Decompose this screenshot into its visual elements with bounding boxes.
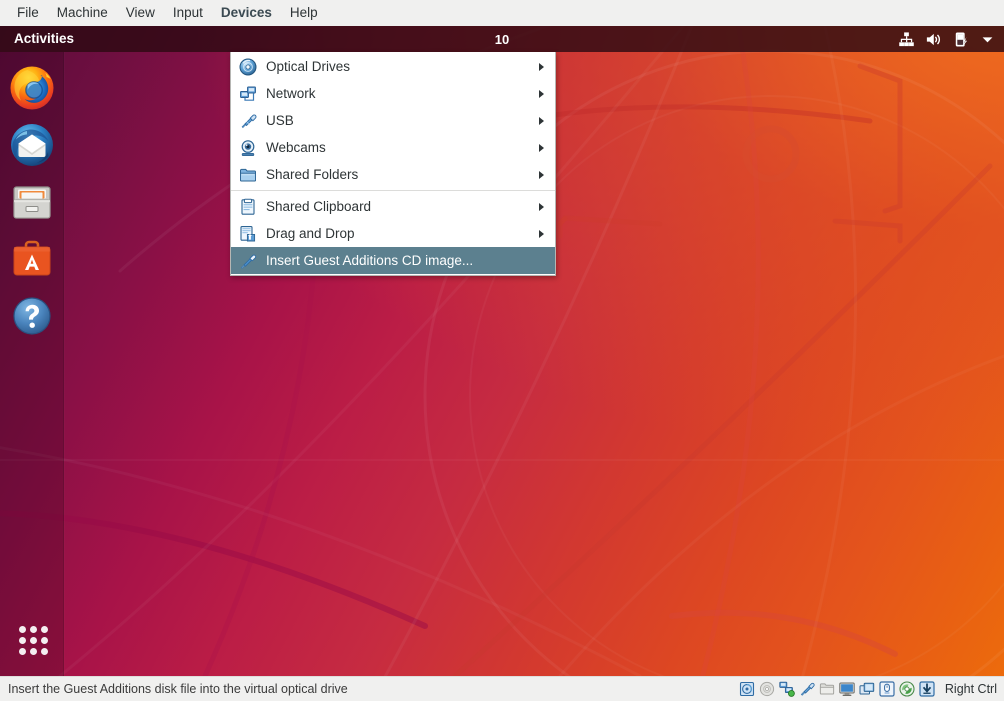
submenu-arrow-icon xyxy=(539,143,544,152)
topbar-system-tray xyxy=(898,26,996,52)
submenu-arrow-icon xyxy=(539,170,544,179)
volume-icon[interactable] xyxy=(925,31,942,48)
optical-disc-icon xyxy=(239,58,257,75)
menubar-item-machine[interactable]: Machine xyxy=(48,1,117,26)
dock-item-ubuntu-software[interactable] xyxy=(9,236,55,282)
host-key-label: Right Ctrl xyxy=(944,682,997,696)
status-hint-text: Insert the Guest Additions disk file int… xyxy=(8,682,348,696)
menu-separator xyxy=(231,190,555,191)
thunderbird-icon xyxy=(10,124,53,166)
topbar-clock[interactable]: 10 xyxy=(495,32,509,47)
ubuntu-dock xyxy=(0,52,64,676)
show-applications-button[interactable] xyxy=(9,616,55,662)
cd-insert-icon xyxy=(240,254,257,269)
help-icon xyxy=(12,297,51,335)
ubuntu-software-icon xyxy=(13,240,50,276)
battery-icon[interactable] xyxy=(952,31,969,48)
menu-item-shared-clipboard[interactable]: Shared Clipboard xyxy=(231,193,555,220)
files-icon xyxy=(12,186,51,219)
menu-item-optical-drives[interactable]: Optical Drives xyxy=(231,53,555,80)
menubar-item-devices[interactable]: Devices xyxy=(212,1,281,26)
grid-dot xyxy=(30,648,37,655)
dock-item-firefox[interactable] xyxy=(9,65,55,111)
menu-item-label: Network xyxy=(266,85,316,101)
submenu-arrow-icon xyxy=(539,62,544,71)
grid-dot xyxy=(30,637,37,644)
devices-dropdown-menu: Optical Drives Network USB Webcams Share… xyxy=(230,52,556,276)
submenu-arrow-icon xyxy=(539,229,544,238)
menubar-item-file[interactable]: File xyxy=(8,1,48,26)
menu-item-label: Shared Folders xyxy=(266,166,359,182)
webcam-icon xyxy=(241,139,255,156)
menu-item-label: Insert Guest Additions CD image... xyxy=(266,252,474,268)
usb-icon[interactable] xyxy=(799,681,815,697)
host-key-icon[interactable] xyxy=(919,681,935,697)
submenu-arrow-icon xyxy=(539,89,544,98)
activities-button[interactable]: Activities xyxy=(0,26,86,52)
grid-dot xyxy=(41,637,48,644)
drag-and-drop-icon xyxy=(240,225,256,241)
network-wired-icon[interactable] xyxy=(898,31,915,48)
firefox-icon xyxy=(10,66,53,110)
menu-item-label: Webcams xyxy=(266,139,326,155)
grid-dot xyxy=(41,626,48,633)
grid-dot xyxy=(19,637,26,644)
vm-display[interactable]: Activities 10 Optical Drives Network USB… xyxy=(0,26,1004,676)
statusbar: Insert the Guest Additions disk file int… xyxy=(0,676,1004,701)
grid-dot xyxy=(30,626,37,633)
menu-item-label: USB xyxy=(266,112,294,128)
submenu-arrow-icon xyxy=(539,116,544,125)
menubar-item-input[interactable]: Input xyxy=(164,1,212,26)
menubar-item-view[interactable]: View xyxy=(117,1,164,26)
menu-item-usb[interactable]: USB xyxy=(231,107,555,134)
dock-item-thunderbird[interactable] xyxy=(9,122,55,168)
menu-item-label: Shared Clipboard xyxy=(266,198,372,214)
display-icon[interactable] xyxy=(839,681,855,697)
mouse-integration-icon[interactable] xyxy=(879,681,895,697)
menu-item-label: Optical Drives xyxy=(266,58,351,74)
status-indicator-group: Right Ctrl xyxy=(739,681,997,697)
menu-item-shared-folders[interactable]: Shared Folders xyxy=(231,161,555,188)
menu-item-insert-guest-additions-cd-image[interactable]: Insert Guest Additions CD image... xyxy=(231,247,555,274)
gnome-top-bar: Activities 10 xyxy=(0,26,1004,52)
grid-dot xyxy=(41,648,48,655)
dock-item-help[interactable] xyxy=(9,293,55,339)
shared-folder-icon[interactable] xyxy=(819,681,835,697)
menubar: File Machine View Input Devices Help xyxy=(0,0,1004,26)
menu-item-network[interactable]: Network xyxy=(231,80,555,107)
recording-icon[interactable] xyxy=(859,681,875,697)
menu-item-webcams[interactable]: Webcams xyxy=(231,134,555,161)
grid-dot xyxy=(19,626,26,633)
chevron-down-icon[interactable] xyxy=(979,31,996,48)
menu-item-drag-and-drop[interactable]: Drag and Drop xyxy=(231,220,555,247)
clipboard-icon xyxy=(241,198,255,215)
network-icon xyxy=(240,86,256,101)
virtualbox-vm-window: File Machine View Input Devices Help Act… xyxy=(0,0,1004,701)
usb-icon xyxy=(241,114,257,128)
folder-icon xyxy=(240,168,256,181)
optical-disc-icon[interactable] xyxy=(759,681,775,697)
grid-dot xyxy=(19,648,26,655)
network-adapter-icon[interactable] xyxy=(779,681,795,697)
dock-item-files[interactable] xyxy=(9,179,55,225)
menubar-item-help[interactable]: Help xyxy=(281,1,327,26)
menu-item-label: Drag and Drop xyxy=(266,225,355,241)
vm-features-icon[interactable] xyxy=(899,681,915,697)
hard-disk-icon[interactable] xyxy=(739,681,755,697)
submenu-arrow-icon xyxy=(539,202,544,211)
